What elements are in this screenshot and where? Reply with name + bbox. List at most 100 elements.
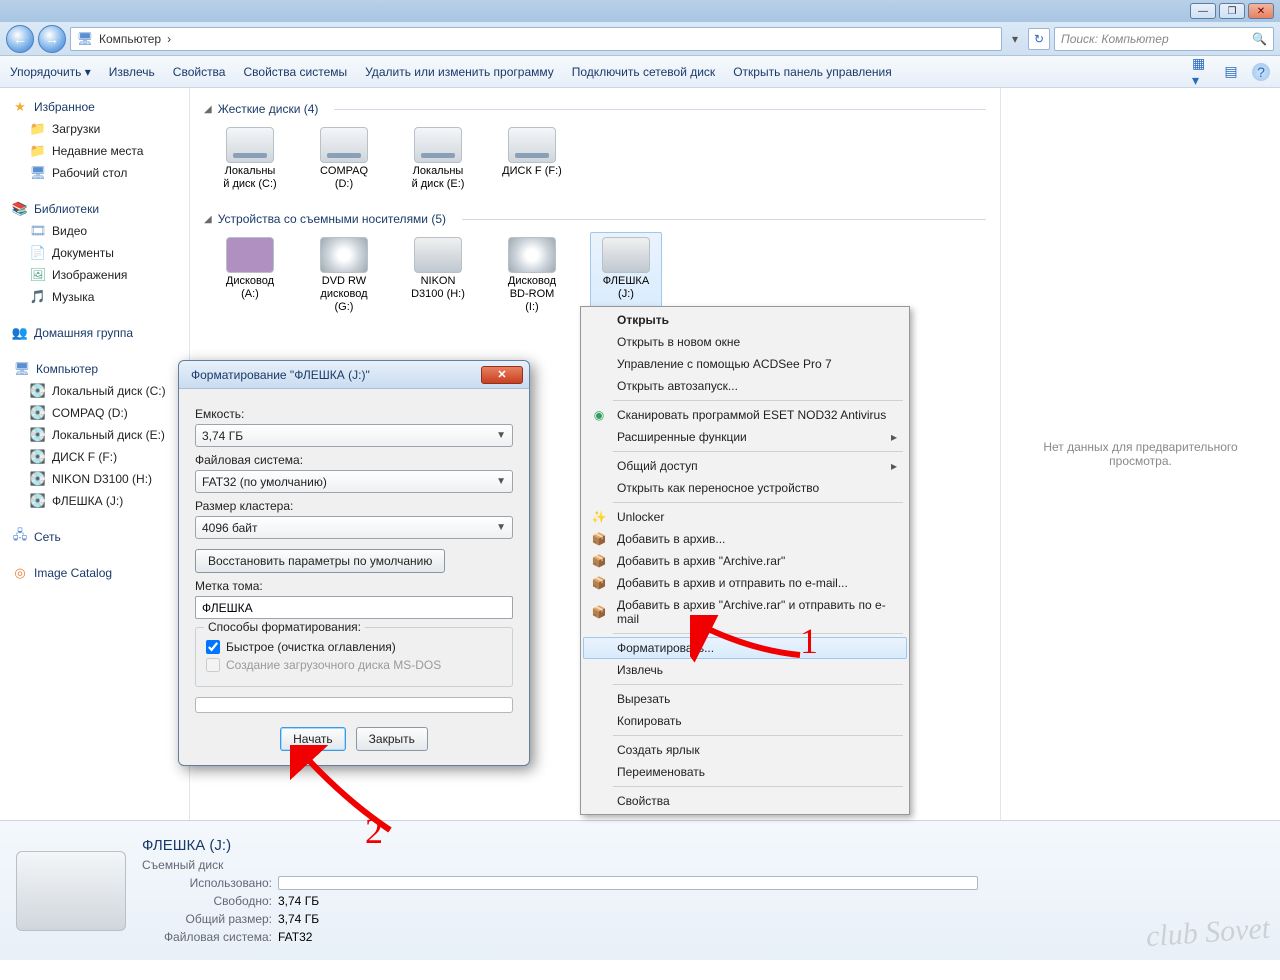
cluster-combo[interactable]: 4096 байт▼ — [195, 516, 513, 539]
start-button[interactable]: Начать — [280, 727, 346, 751]
dialog-titlebar[interactable]: Форматирование "ФЛЕШКА (J:)" ✕ — [179, 361, 529, 389]
drive-a[interactable]: Дисковод (A:) — [214, 232, 286, 319]
sidebar-desktop[interactable]: 🖥Рабочий стол — [10, 162, 185, 184]
separator — [613, 684, 903, 685]
properties-button[interactable]: Свойства — [173, 65, 226, 79]
sidebar-recent[interactable]: 📁Недавние места — [10, 140, 185, 162]
breadcrumb-dropdown[interactable]: ▾ — [1006, 32, 1024, 46]
sidebar-network[interactable]: 🖧Сеть — [10, 526, 185, 548]
ctx-properties[interactable]: Свойства — [583, 790, 907, 812]
preview-pane-icon[interactable]: ▤ — [1222, 63, 1240, 81]
ctx-autoplay[interactable]: Открыть автозапуск... — [583, 375, 907, 397]
drive-g[interactable]: DVD RW дисковод (G:) — [308, 232, 380, 319]
video-icon: 🎞 — [30, 223, 46, 239]
sidebar-drive-d[interactable]: 💽COMPAQ (D:) — [10, 402, 185, 424]
details-total-value: 3,74 ГБ — [278, 912, 319, 926]
drive-icon: 💽 — [30, 471, 46, 487]
extract-button[interactable]: Извлечь — [109, 65, 155, 79]
sidebar-computer[interactable]: 🖥Компьютер — [10, 358, 185, 380]
hdd-icon — [226, 127, 274, 163]
restore-defaults-button[interactable]: Восстановить параметры по умолчанию — [195, 549, 445, 573]
sidebar-drive-e[interactable]: 💽Локальный диск (E:) — [10, 424, 185, 446]
preview-empty-text: Нет данных для предварительного просмотр… — [1043, 440, 1237, 468]
forward-button[interactable]: → — [38, 25, 66, 53]
sidebar-homegroup[interactable]: 👥Домашняя группа — [10, 322, 185, 344]
ctx-archive-email[interactable]: 📦Добавить в архив и отправить по e-mail.… — [583, 572, 907, 594]
close-button[interactable]: ✕ — [1248, 3, 1274, 19]
help-icon[interactable]: ? — [1252, 63, 1270, 81]
sidebar-image-catalog[interactable]: ◎Image Catalog — [10, 562, 185, 584]
ctx-advanced[interactable]: Расширенные функции▸ — [583, 426, 907, 448]
system-properties-button[interactable]: Свойства системы — [243, 65, 347, 79]
volume-label-input[interactable]: ФЛЕШКА — [195, 596, 513, 619]
format-options-title: Способы форматирования: — [204, 620, 365, 634]
organize-button[interactable]: Упорядочить ▾ — [10, 65, 91, 79]
map-drive-button[interactable]: Подключить сетевой диск — [572, 65, 715, 79]
ctx-share[interactable]: Общий доступ▸ — [583, 455, 907, 477]
collapse-icon: ◢ — [204, 214, 212, 225]
wand-icon: ✨ — [591, 509, 607, 525]
drive-c[interactable]: Локальны й диск (C:) — [214, 122, 286, 196]
ctx-add-archive[interactable]: 📦Добавить в архив... — [583, 528, 907, 550]
drive-f[interactable]: ДИСК F (F:) — [496, 122, 568, 196]
search-icon: 🔍 — [1252, 32, 1267, 46]
star-icon: ★ — [12, 99, 28, 115]
search-input[interactable]: Поиск: Компьютер 🔍 — [1054, 27, 1274, 51]
archive-icon: 📦 — [591, 604, 607, 620]
ctx-open[interactable]: Открыть — [583, 309, 907, 331]
details-free-value: 3,74 ГБ — [278, 894, 319, 908]
sidebar-libraries[interactable]: 📚Библиотеки — [10, 198, 185, 220]
section-removable[interactable]: ◢Устройства со съемными носителями (5) — [204, 212, 986, 226]
ctx-copy[interactable]: Копировать — [583, 710, 907, 732]
ctx-eset-scan[interactable]: ◉Сканировать программой ESET NOD32 Antiv… — [583, 404, 907, 426]
breadcrumb[interactable]: 🖥 Компьютер › — [70, 27, 1002, 51]
ctx-portable[interactable]: Открыть как переносное устройство — [583, 477, 907, 499]
bd-icon — [508, 237, 556, 273]
ctx-eject[interactable]: Извлечь — [583, 659, 907, 681]
separator — [613, 400, 903, 401]
ctx-acdsee[interactable]: Управление с помощью ACDSee Pro 7 — [583, 353, 907, 375]
annotation-1: 1 — [800, 620, 818, 662]
sidebar-drive-c[interactable]: 💽Локальный диск (C:) — [10, 380, 185, 402]
library-icon: 📚 — [12, 201, 28, 217]
sidebar-drive-j[interactable]: 💽ФЛЕШКА (J:) — [10, 490, 185, 512]
drive-e[interactable]: Локальны й диск (E:) — [402, 122, 474, 196]
sidebar-drive-f[interactable]: 💽ДИСК F (F:) — [10, 446, 185, 468]
ctx-archive-rar-email[interactable]: 📦Добавить в архив "Archive.rar" и отправ… — [583, 594, 907, 630]
refresh-button[interactable]: ↻ — [1028, 28, 1050, 50]
minimize-button[interactable]: — — [1190, 3, 1216, 19]
dvd-icon — [320, 237, 368, 273]
sidebar-drive-h[interactable]: 💽NIKON D3100 (H:) — [10, 468, 185, 490]
drive-i[interactable]: Дисковод BD-ROM (I:) — [496, 232, 568, 319]
view-icon[interactable]: ▦ ▾ — [1192, 63, 1210, 81]
filesystem-combo[interactable]: FAT32 (по умолчанию)▼ — [195, 470, 513, 493]
ctx-add-archive-rar[interactable]: 📦Добавить в архив "Archive.rar" — [583, 550, 907, 572]
toolbar: Упорядочить ▾ Извлечь Свойства Свойства … — [0, 56, 1280, 88]
details-pane: ФЛЕШКА (J:) Съемный диск Использовано: С… — [0, 820, 1280, 960]
sidebar-video[interactable]: 🎞Видео — [10, 220, 185, 242]
sidebar-music[interactable]: 🎵Музыка — [10, 286, 185, 308]
drive-h[interactable]: NIKON D3100 (H:) — [402, 232, 474, 319]
ctx-open-new-window[interactable]: Открыть в новом окне — [583, 331, 907, 353]
drive-d[interactable]: COMPAQ (D:) — [308, 122, 380, 196]
sidebar-images[interactable]: 🖼Изображения — [10, 264, 185, 286]
ctx-rename[interactable]: Переименовать — [583, 761, 907, 783]
sidebar-downloads[interactable]: 📁Загрузки — [10, 118, 185, 140]
close-dialog-button[interactable]: Закрыть — [356, 727, 428, 751]
back-button[interactable]: ← — [6, 25, 34, 53]
ctx-shortcut[interactable]: Создать ярлык — [583, 739, 907, 761]
ctx-unlocker[interactable]: ✨Unlocker — [583, 506, 907, 528]
sidebar-favorites[interactable]: ★Избранное — [10, 96, 185, 118]
sidebar-documents[interactable]: 📄Документы — [10, 242, 185, 264]
maximize-button[interactable]: ❐ — [1219, 3, 1245, 19]
ctx-cut[interactable]: Вырезать — [583, 688, 907, 710]
ctx-format[interactable]: Форматировать... — [583, 637, 907, 659]
dialog-close-button[interactable]: ✕ — [481, 366, 523, 384]
control-panel-button[interactable]: Открыть панель управления — [733, 65, 892, 79]
uninstall-button[interactable]: Удалить или изменить программу — [365, 65, 554, 79]
eset-icon: ◉ — [591, 407, 607, 423]
section-hdd[interactable]: ◢Жесткие диски (4) — [204, 102, 986, 116]
capacity-combo[interactable]: 3,74 ГБ▼ — [195, 424, 513, 447]
msdos-checkbox: Создание загрузочного диска MS-DOS — [206, 658, 502, 672]
quick-format-checkbox[interactable]: Быстрое (очистка оглавления) — [206, 640, 502, 654]
